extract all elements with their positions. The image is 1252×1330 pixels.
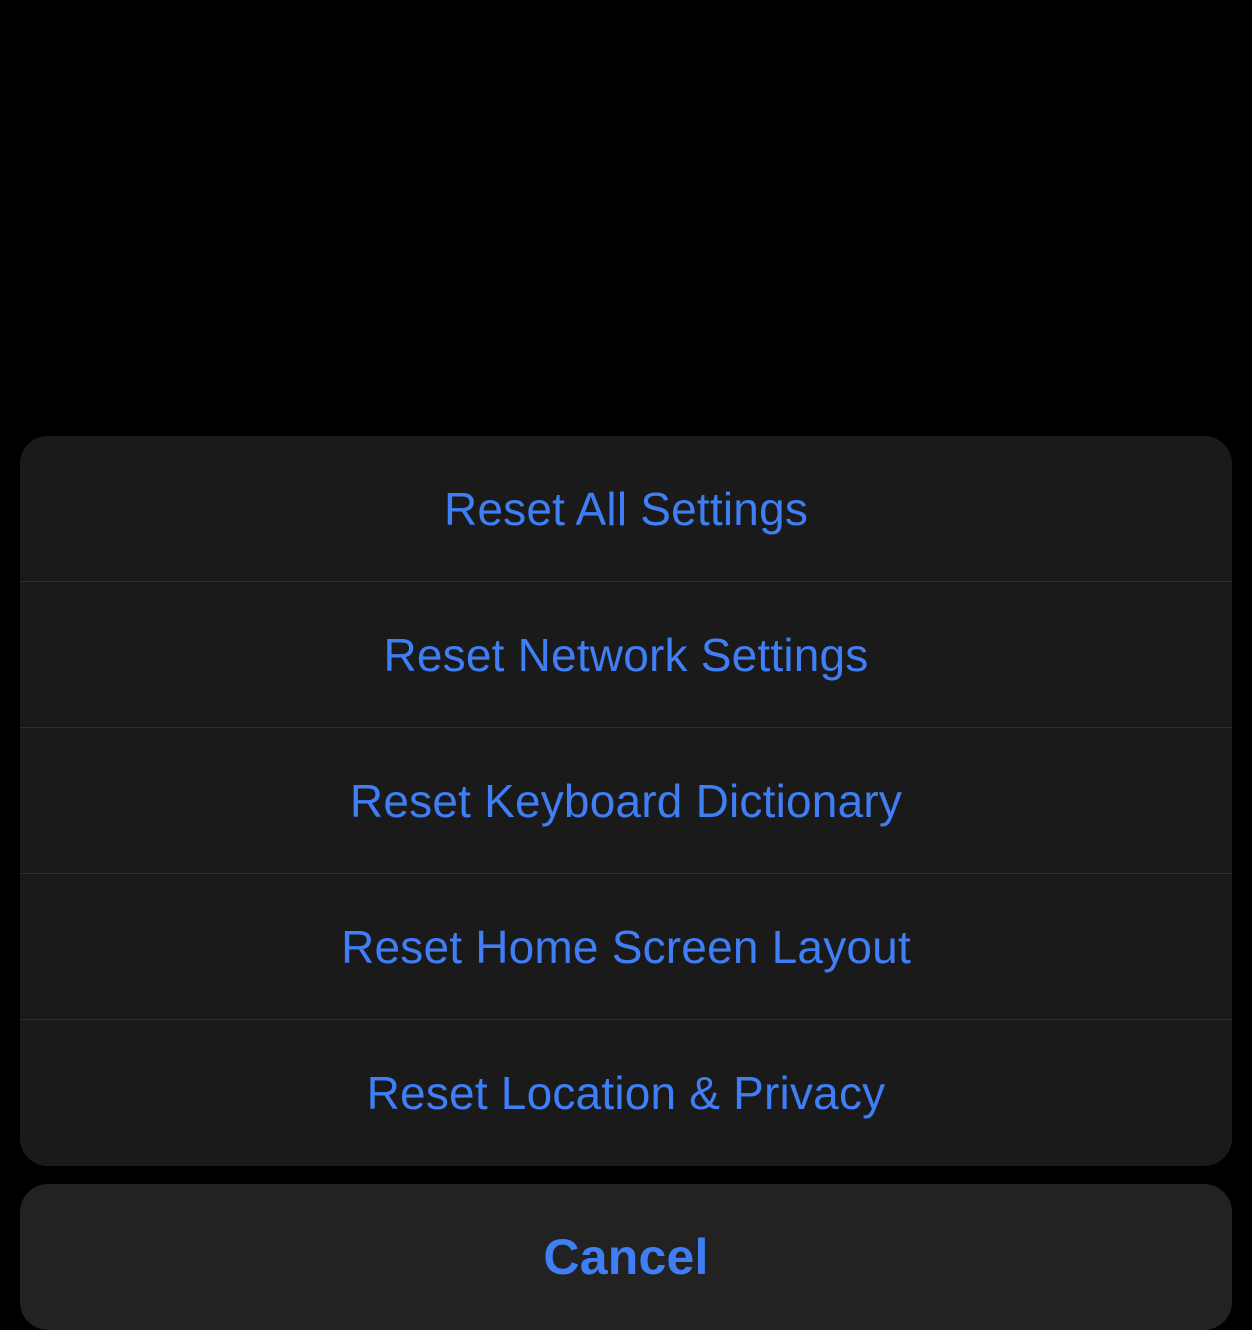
option-label: Reset Location & Privacy	[367, 1066, 886, 1120]
reset-all-settings-button[interactable]: Reset All Settings	[20, 436, 1232, 582]
reset-home-screen-layout-button[interactable]: Reset Home Screen Layout	[20, 874, 1232, 1020]
action-sheet: Reset All Settings Reset Network Setting…	[20, 436, 1232, 1330]
reset-keyboard-dictionary-button[interactable]: Reset Keyboard Dictionary	[20, 728, 1232, 874]
option-label: Reset All Settings	[444, 482, 808, 536]
option-label: Reset Home Screen Layout	[341, 920, 911, 974]
reset-location-privacy-button[interactable]: Reset Location & Privacy	[20, 1020, 1232, 1166]
option-label: Reset Network Settings	[383, 628, 868, 682]
options-group: Reset All Settings Reset Network Setting…	[20, 436, 1232, 1166]
option-label: Reset Keyboard Dictionary	[350, 774, 902, 828]
cancel-label: Cancel	[543, 1228, 708, 1286]
reset-network-settings-button[interactable]: Reset Network Settings	[20, 582, 1232, 728]
cancel-button[interactable]: Cancel	[20, 1184, 1232, 1330]
